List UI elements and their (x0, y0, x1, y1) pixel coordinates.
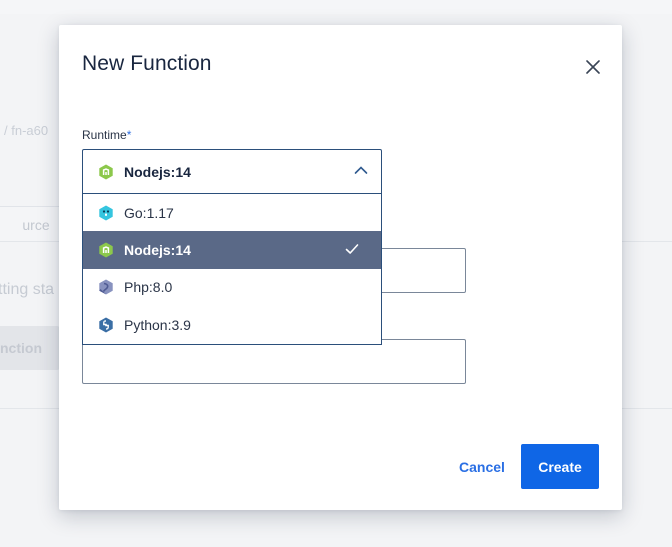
dialog-title: New Function (82, 52, 212, 75)
background-status-text: tting sta (0, 281, 55, 298)
cancel-button[interactable]: Cancel (451, 444, 513, 489)
runtime-option-go[interactable]: Go:1.17 (83, 194, 381, 231)
nodejs-icon (99, 242, 113, 258)
function-description-input[interactable] (82, 339, 466, 384)
close-icon (586, 60, 600, 74)
background-button-label: nction (0, 340, 42, 356)
runtime-option-label: Php:8.0 (124, 279, 173, 296)
background-header (0, 0, 672, 14)
close-button[interactable] (583, 57, 603, 77)
background-breadcrumb: / fn-a60 (4, 123, 49, 138)
runtime-option-label: Go:1.17 (124, 204, 174, 221)
runtime-label-text: Runtime (82, 128, 127, 142)
background-tab-label: urce (22, 216, 50, 233)
runtime-option-label: Nodejs:14 (124, 241, 191, 258)
required-marker: * (126, 128, 132, 142)
runtime-option-python[interactable]: Python:3.9 (83, 306, 381, 344)
create-button[interactable]: Create (521, 444, 599, 489)
runtime-label: Runtime* (82, 128, 131, 142)
runtime-dropdown-list: Go:1.17 Nodejs:14 Php:8.0 Python:3.9 (82, 194, 382, 345)
php-icon (99, 279, 113, 295)
background-function-button: nction (0, 326, 60, 370)
chevron-up-icon (354, 166, 368, 174)
runtime-selected-value: Nodejs:14 (124, 163, 191, 180)
runtime-option-label: Python:3.9 (124, 316, 191, 333)
new-function-dialog: New Function Runtime* Nodejs:14 Go:1.17 (59, 25, 622, 510)
runtime-option-nodejs[interactable]: Nodejs:14 (83, 231, 381, 269)
nodejs-icon (99, 164, 113, 179)
runtime-option-php[interactable]: Php:8.0 (83, 269, 381, 307)
runtime-select[interactable]: Nodejs:14 (82, 149, 382, 194)
python-icon (99, 317, 113, 333)
go-icon (99, 205, 113, 220)
checkmark-icon (345, 244, 359, 254)
